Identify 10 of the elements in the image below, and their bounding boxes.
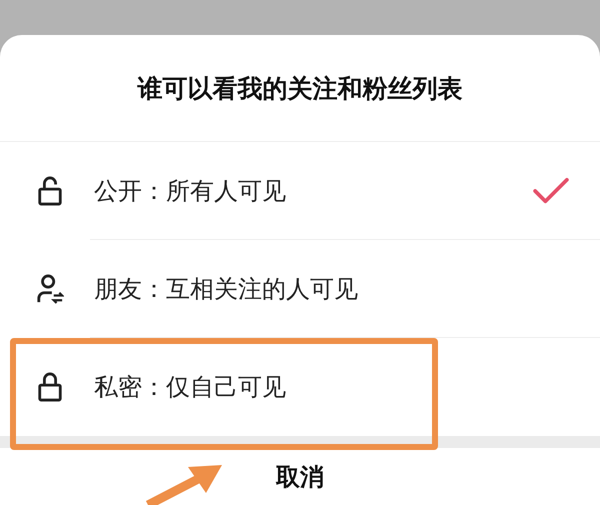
sheet-title: 谁可以看我的关注和粉丝列表 — [0, 35, 600, 142]
privacy-option[interactable]: 私密：仅自己可见 — [0, 338, 600, 436]
privacy-option[interactable]: 朋友：互相关注的人可见 — [0, 240, 600, 338]
option-label: 朋友：互相关注的人可见 — [94, 274, 358, 305]
option-label: 私密：仅自己可见 — [94, 372, 286, 403]
privacy-option[interactable]: 公开：所有人可见 — [0, 142, 600, 240]
user-swap-icon — [36, 273, 64, 305]
option-label: 公开：所有人可见 — [94, 176, 286, 207]
padlock-icon — [36, 371, 64, 403]
unlocked-padlock-icon — [36, 175, 64, 207]
